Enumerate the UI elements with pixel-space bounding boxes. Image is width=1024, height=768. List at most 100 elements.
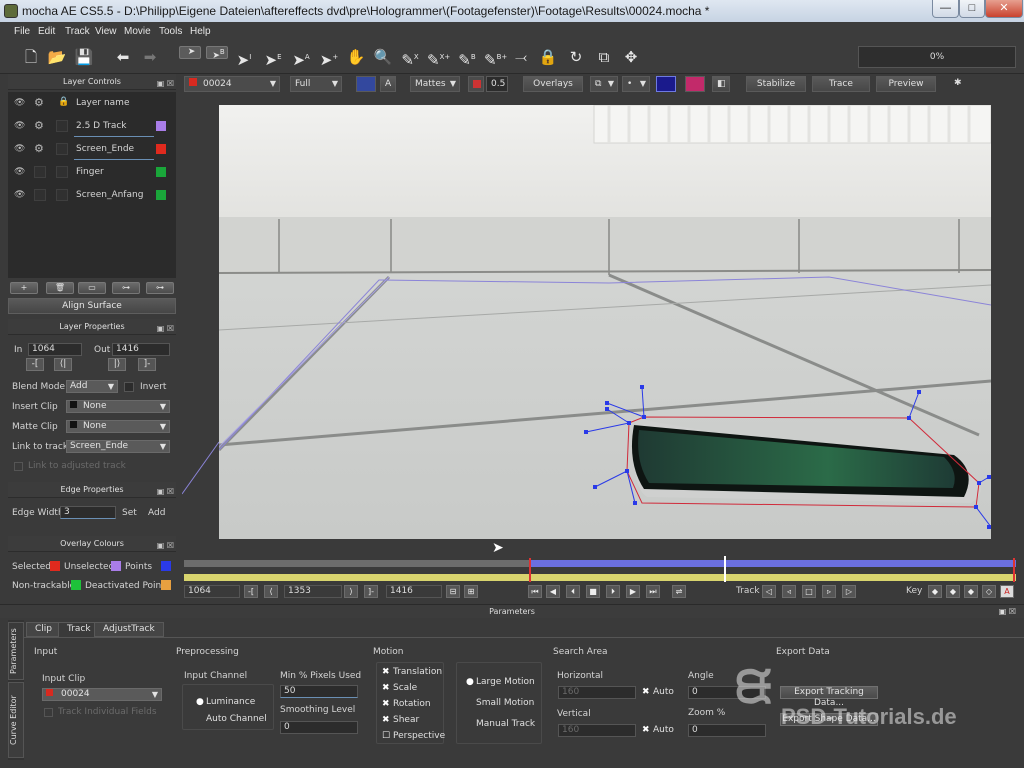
layer-row-2-5d-track[interactable]: 👁 ⚙ 2.5 D Track xyxy=(8,115,176,138)
auto-channel-radio[interactable]: Auto Channel xyxy=(196,714,267,724)
link-adjusted-checkbox[interactable] xyxy=(14,462,23,471)
track-individual-fields-checkbox[interactable] xyxy=(44,708,53,717)
panel-window-icons[interactable]: ▣ ☒ xyxy=(157,484,174,500)
menu-track[interactable]: Track xyxy=(65,26,90,37)
selected-colour-swatch[interactable] xyxy=(50,561,60,571)
menu-view[interactable]: View xyxy=(95,26,117,37)
show-surface-icon[interactable] xyxy=(656,76,676,92)
unselected-colour-swatch[interactable] xyxy=(111,561,121,571)
parameters-side-tab[interactable]: Parameters xyxy=(8,622,24,680)
trace-button[interactable]: Trace xyxy=(812,76,870,92)
track-forwards-icon[interactable]: ▷ xyxy=(842,585,856,598)
invert-checkbox[interactable] xyxy=(124,382,134,392)
layer-row-finger[interactable]: 👁 Finger xyxy=(8,161,176,184)
lock-icon[interactable]: 🔒 xyxy=(58,97,69,107)
layer-group-button[interactable]: ▭ xyxy=(78,282,106,294)
track-backwards-icon[interactable]: ◁ xyxy=(762,585,776,598)
bezier-spline-icon[interactable]: ✎B xyxy=(456,46,478,69)
track-stop-icon[interactable]: □ xyxy=(802,585,816,598)
add-edge-point-tool-icon[interactable]: ➤E xyxy=(262,46,284,69)
horizontal-search-field[interactable]: 160 xyxy=(558,686,636,699)
horizontal-auto-checkbox[interactable]: ✖ Auto xyxy=(642,687,674,697)
luminance-radio[interactable]: ● Luminance xyxy=(196,697,255,707)
sparkle-icon[interactable]: ✱ xyxy=(950,76,968,92)
preview-button[interactable]: Preview xyxy=(876,76,936,92)
new-project-icon[interactable]: 🗋 xyxy=(20,46,42,68)
scale-checkbox[interactable]: ✖ Scale xyxy=(382,683,417,693)
set-in-point-button[interactable]: -[ xyxy=(244,585,258,598)
timeline-start-field[interactable]: 1064 xyxy=(184,585,240,598)
matte-clip-select[interactable]: None ▼ xyxy=(66,420,170,433)
step-forward-icon[interactable]: ⏵ xyxy=(606,585,620,598)
input-clip-select[interactable]: 00024 ▼ xyxy=(42,688,162,701)
go-to-in-point-button[interactable]: ⟨| xyxy=(54,358,72,371)
gear-icon[interactable]: ⚙ xyxy=(34,142,44,155)
min-pixels-field[interactable]: 50 xyxy=(280,685,358,698)
clip-select[interactable]: 00024 ▼ xyxy=(184,76,280,92)
go-to-in-icon[interactable]: ⟨ xyxy=(264,585,278,598)
tab-adjusttrack[interactable]: AdjustTrack xyxy=(94,622,164,637)
manual-track-radio[interactable]: Manual Track xyxy=(466,719,535,729)
go-to-out-icon[interactable]: ⟩ xyxy=(344,585,358,598)
rotation-checkbox[interactable]: ✖ Rotation xyxy=(382,699,431,709)
scale-box-icon[interactable]: ⧉ xyxy=(593,46,615,68)
visibility-eye-icon[interactable]: 👁 xyxy=(14,190,25,200)
layer-color-swatch[interactable] xyxy=(156,121,166,131)
layer-order-button[interactable]: ⊶ xyxy=(112,282,140,294)
deactivated-points-swatch[interactable] xyxy=(161,580,171,590)
add-bezier-spline-icon[interactable]: ✎B+ xyxy=(484,46,507,69)
menu-file[interactable]: File xyxy=(14,26,30,37)
resolution-select[interactable]: Full ▼ xyxy=(290,76,342,92)
gear-checkbox[interactable] xyxy=(34,166,46,178)
layer-row-screen-ende[interactable]: 👁 ⚙ Screen_Ende xyxy=(8,138,176,161)
menu-movie[interactable]: Movie xyxy=(124,26,151,37)
edge-width-field[interactable]: 3 xyxy=(60,506,116,519)
menu-help[interactable]: Help xyxy=(190,26,211,37)
align-surface-button[interactable]: Align Surface xyxy=(8,298,176,314)
panel-window-icons[interactable]: ▣ ☒ xyxy=(157,321,174,337)
lock-checkbox[interactable] xyxy=(56,166,68,178)
out-point-marker[interactable] xyxy=(1013,558,1015,582)
blend-mode-select[interactable]: Add ▼ xyxy=(66,380,118,393)
visibility-eye-icon[interactable]: 👁 xyxy=(14,144,25,154)
delete-layer-icon[interactable]: 🗑 xyxy=(46,282,74,294)
lock-spline-icon[interactable]: 🔒 xyxy=(537,46,559,68)
small-motion-radio[interactable]: Small Motion xyxy=(466,698,534,708)
save-project-icon[interactable]: 💾 xyxy=(73,46,95,68)
go-to-start-icon[interactable]: ⏮ xyxy=(528,585,542,598)
visibility-eye-icon[interactable]: 👁 xyxy=(14,98,25,108)
edge-add-button[interactable]: Add xyxy=(148,508,165,518)
large-motion-radio[interactable]: ● Large Motion xyxy=(466,677,535,687)
perspective-checkbox[interactable]: ☐ Perspective xyxy=(382,731,445,741)
timeline-end-field[interactable]: 1416 xyxy=(386,585,442,598)
move-icon[interactable]: ✥ xyxy=(620,46,642,68)
set-out-point-button[interactable]: ]- xyxy=(364,585,378,598)
layer-color-swatch[interactable] xyxy=(156,167,166,177)
out-point-field[interactable]: 1416 xyxy=(112,343,170,356)
menu-tools[interactable]: Tools xyxy=(159,26,182,37)
undo-icon[interactable]: ⬅ xyxy=(112,46,134,68)
lock-checkbox[interactable] xyxy=(56,189,68,201)
layer-option-button[interactable]: ⊶ xyxy=(146,282,174,294)
in-point-marker[interactable] xyxy=(529,558,531,582)
rgb-channel-icon[interactable] xyxy=(356,76,376,92)
x-spline-icon[interactable]: ✎X xyxy=(399,46,421,69)
add-key-icon[interactable]: ◆ xyxy=(946,585,960,598)
non-trackable-colour-swatch[interactable] xyxy=(71,580,81,590)
points-colour-swatch[interactable] xyxy=(161,561,171,571)
go-to-out-point-button[interactable]: |⟩ xyxy=(108,358,126,371)
layer-color-icon[interactable] xyxy=(685,76,705,92)
view-mode-select[interactable]: ⧉ ▼ xyxy=(590,76,618,92)
visibility-eye-icon[interactable]: 👁 xyxy=(14,167,25,177)
matte-color-icon[interactable] xyxy=(468,76,484,92)
zoom-timeline-icon[interactable]: ⊟ xyxy=(446,585,460,598)
track-step-forward-icon[interactable]: ▹ xyxy=(822,585,836,598)
stop-icon[interactable]: ■ xyxy=(586,585,600,598)
panel-window-icons[interactable]: ▣ ☒ xyxy=(157,76,174,92)
timeline-current-frame-field[interactable]: 1353 xyxy=(284,585,342,598)
panel-window-icons[interactable]: ▣ ☒ xyxy=(157,538,174,554)
clip-viewer[interactable] xyxy=(219,105,991,539)
translation-checkbox[interactable]: ✖ Translation xyxy=(382,667,442,677)
play-backwards-icon[interactable]: ◀ xyxy=(546,585,560,598)
minimize-button[interactable]: — xyxy=(932,0,959,18)
